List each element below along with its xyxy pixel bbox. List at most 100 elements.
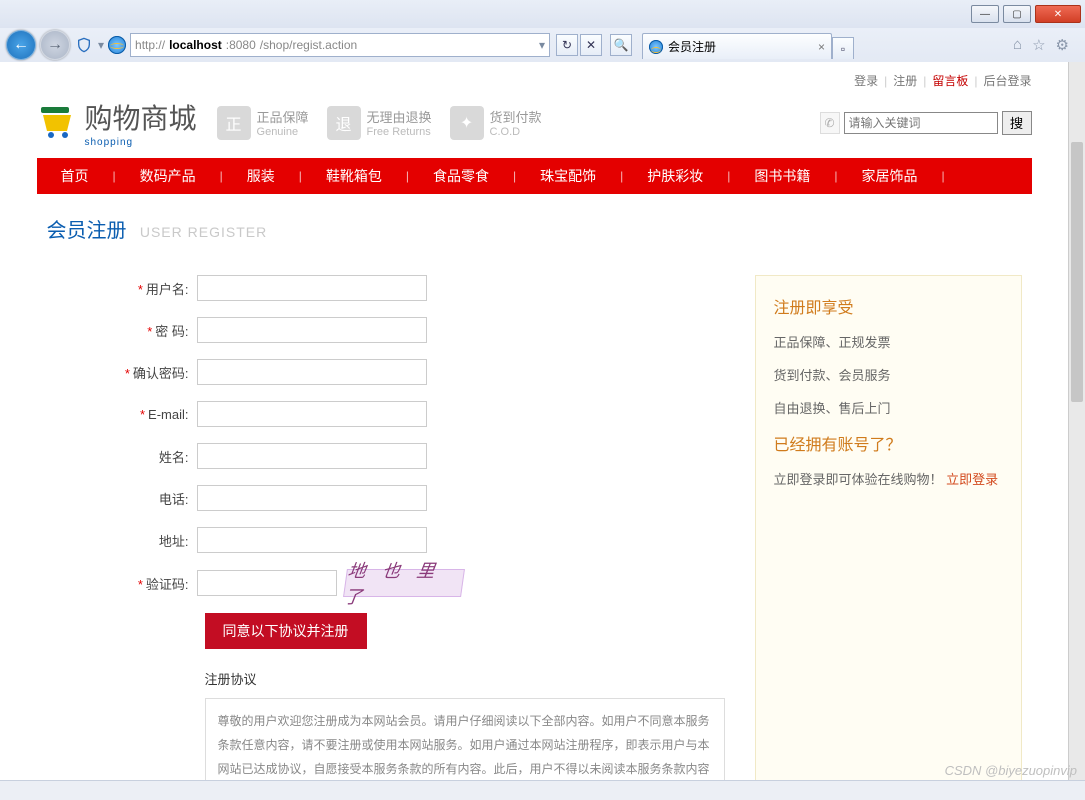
page-viewport: 登录| 注册| 留言板| 后台登录 购物商城 shopping 正正品保障Gen… [0,62,1068,780]
side-benefit-1: 正品保障、正规发票 [774,332,1003,351]
browser-toolbar: ← → ▾ http:// localhost :8080/shop/regist.… [0,28,1085,62]
nav-food[interactable]: 食品零食 [409,158,513,194]
url-host: localhost [169,38,222,52]
search-input[interactable] [844,112,998,134]
addr-dropdown-icon[interactable]: ▾ [539,38,545,52]
sidebar-benefits: 注册即享受 正品保障、正规发票 货到付款、会员服务 自由退换、售后上门 已经拥有… [755,275,1022,780]
back-button[interactable]: ← [6,30,36,60]
tab-favicon-icon [649,40,663,54]
ie-logo-icon [108,36,126,54]
link-register[interactable]: 注册 [893,72,917,89]
favorites-icon[interactable]: ☆ [1032,36,1045,54]
logo-subtext: shopping [85,137,197,148]
input-address[interactable] [197,527,427,553]
link-login-now[interactable]: 立即登录 [946,472,998,487]
label-realname: 姓名: [47,447,197,466]
tools-gear-icon[interactable]: ⚙ [1056,36,1069,54]
input-captcha[interactable] [197,570,337,596]
nav-home[interactable]: 首页 [37,158,113,194]
security-shield-icon[interactable] [74,35,94,55]
nav-jewelry[interactable]: 珠宝配饰 [516,158,620,194]
url-scheme: http:// [135,38,165,52]
side-benefit-2: 货到付款、会员服务 [774,365,1003,384]
search-button[interactable]: 🔍 [610,34,632,56]
new-tab-button[interactable]: ▫ [832,37,854,59]
chrome-right-icons: ⌂ ☆ ⚙ [1003,36,1079,54]
browser-tab[interactable]: 会员注册 × [642,33,832,59]
tab-title: 会员注册 [668,38,716,55]
label-email: *E-mail: [47,407,197,422]
trust2-cn: 无理由退换 [367,107,432,126]
label-address: 地址: [47,531,197,550]
browser-chrome: — ▢ ✕ ← → ▾ http:// localhost :8080/shop/r… [0,0,1085,63]
terms-textarea[interactable]: 尊敬的用户欢迎您注册成为本网站会员。请用户仔细阅读以下全部内容。如用户不同意本服… [205,698,725,780]
url-port: :8080 [226,38,256,52]
site-top-links: 登录| 注册| 留言板| 后台登录 [37,68,1032,97]
site-logo[interactable]: 购物商城 shopping [37,97,197,148]
dropdown-caret-icon[interactable]: ▾ [98,38,104,52]
input-realname[interactable] [197,443,427,469]
input-confirm[interactable] [197,359,427,385]
nav-beauty[interactable]: 护肤彩妆 [623,158,727,194]
home-icon[interactable]: ⌂ [1013,36,1022,54]
nav-digital[interactable]: 数码产品 [116,158,220,194]
side-benefit-3: 自由退换、售后上门 [774,398,1003,417]
vertical-scrollbar[interactable] [1068,62,1085,780]
side-heading-2: 已经拥有账号了？ [774,431,1003,455]
main-nav: 首页| 数码产品| 服装| 鞋靴箱包| 食品零食| 珠宝配饰| 护肤彩妆| 图书… [37,158,1032,194]
forward-button[interactable]: → [40,30,70,60]
cod-icon: ✦ [450,106,484,140]
close-button[interactable]: ✕ [1035,5,1081,23]
side-heading-1: 注册即享受 [774,294,1003,318]
genuine-icon: 正 [217,106,251,140]
return-icon: 退 [327,106,361,140]
refresh-button[interactable]: ↻ [556,34,578,56]
search-submit-button[interactable]: 搜 [1002,111,1032,135]
site-header: 购物商城 shopping 正正品保障Genuine 退无理由退换Free Re… [37,97,1032,158]
trust1-en: Genuine [257,126,309,138]
input-username[interactable] [197,275,427,301]
title-cn: 会员注册 [47,220,127,242]
site-search: ✆ 搜 [820,111,1032,135]
maximize-button[interactable]: ▢ [1003,5,1031,23]
nav-home-deco[interactable]: 家居饰品 [838,158,942,194]
nav-clothes[interactable]: 服装 [223,158,299,194]
side-login-tip: 立即登录即可体验在线购物！ [774,472,947,487]
logo-text: 购物商城 [85,97,197,137]
trust3-en: C.O.D [490,126,542,138]
tab-close-icon[interactable]: × [818,40,825,54]
minimize-button[interactable]: — [971,5,999,23]
terms-p1: 尊敬的用户欢迎您注册成为本网站会员。请用户仔细阅读以下全部内容。如用户不同意本服… [218,709,712,780]
label-captcha: *验证码: [47,574,197,593]
input-email[interactable] [197,401,427,427]
scrollbar-thumb[interactable] [1071,142,1083,402]
submit-register-button[interactable]: 同意以下协议并注册 [205,613,367,649]
label-password: *密 码: [47,321,197,340]
tab-strip: 会员注册 × ▫ [642,31,999,59]
label-confirm: *确认密码: [47,363,197,382]
link-admin[interactable]: 后台登录 [983,72,1031,89]
nav-books[interactable]: 图书书籍 [730,158,834,194]
captcha-image[interactable]: 地 也 里 了 [343,569,465,597]
window-titlebar: — ▢ ✕ [0,0,1085,28]
stop-button[interactable]: ✕ [580,34,602,56]
trust2-en: Free Returns [367,126,432,138]
nav-shoes[interactable]: 鞋靴箱包 [302,158,406,194]
agreement-title: 注册协议 [205,669,725,688]
trust3-cn: 货到付款 [490,107,542,126]
phone-icon: ✆ [820,112,840,134]
label-username: *用户名: [47,279,197,298]
register-form: *用户名: *密 码: *确认密码: *E-mail: 姓名: 电话: 地址: … [47,275,725,780]
url-path: /shop/regist.action [260,38,357,52]
trust-badges: 正正品保障Genuine 退无理由退换Free Returns ✦ 货到付款C.O… [217,106,542,140]
input-password[interactable] [197,317,427,343]
trust1-cn: 正品保障 [257,107,309,126]
address-bar[interactable]: http:// localhost :8080/shop/regist.action… [130,33,550,57]
page-title: 会员注册 USER REGISTER [37,194,1032,255]
input-phone[interactable] [197,485,427,511]
link-guestbook[interactable]: 留言板 [932,72,968,89]
label-phone: 电话: [47,489,197,508]
browser-statusbar [0,780,1085,800]
link-login[interactable]: 登录 [854,72,878,89]
cart-logo-icon [37,105,77,141]
